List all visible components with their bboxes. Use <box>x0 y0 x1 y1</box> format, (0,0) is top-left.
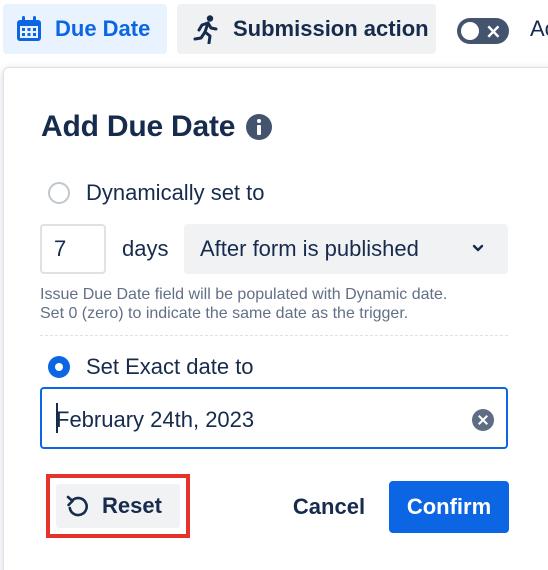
trigger-select-value: After form is published <box>200 236 419 261</box>
divider <box>40 335 508 336</box>
chevron-down-icon <box>472 244 484 252</box>
toolbar: Due Date Submission action × Ac <box>0 0 548 62</box>
helper-text-line-1: Issue Due Date field will be populated w… <box>40 286 448 303</box>
reset-icon <box>66 495 88 517</box>
due-date-tab[interactable]: Due Date <box>3 4 167 54</box>
toggle-switch[interactable]: × <box>457 18 509 44</box>
exact-date-value: February 24th, 2023 <box>56 407 255 432</box>
due-date-tab-label: Due Date <box>55 16 151 41</box>
dynamic-option-label[interactable]: Dynamically set to <box>86 180 265 206</box>
calendar-icon <box>17 16 41 41</box>
helper-text: Issue Due Date field will be populated w… <box>40 285 447 323</box>
submission-action-tab[interactable]: Submission action <box>177 4 436 54</box>
clear-icon[interactable] <box>472 409 494 431</box>
exact-date-input[interactable]: February 24th, 2023 <box>40 387 508 449</box>
exact-option-label[interactable]: Set Exact date to <box>86 354 254 380</box>
trigger-select[interactable]: After form is published <box>184 224 508 274</box>
dialog-title: Add Due Date <box>41 110 236 143</box>
reset-button[interactable]: Reset <box>56 484 180 528</box>
reset-button-label: Reset <box>102 493 162 518</box>
submission-action-tab-label: Submission action <box>233 16 429 41</box>
cancel-button[interactable]: Cancel <box>280 482 378 532</box>
info-icon[interactable] <box>246 114 272 140</box>
toggle-knob <box>461 22 479 40</box>
helper-text-line-2: Set 0 (zero) to indicate the same date a… <box>40 305 409 322</box>
confirm-button[interactable]: Confirm <box>389 481 509 533</box>
days-number-input[interactable]: 7 <box>40 224 106 274</box>
days-label: days <box>122 236 169 261</box>
running-person-icon <box>193 15 218 44</box>
radio-exact[interactable] <box>48 356 70 378</box>
truncated-toolbar-item[interactable]: Ac <box>530 16 548 42</box>
text-caret <box>56 403 58 433</box>
radio-dynamic[interactable] <box>48 182 70 204</box>
close-icon: × <box>485 19 502 43</box>
